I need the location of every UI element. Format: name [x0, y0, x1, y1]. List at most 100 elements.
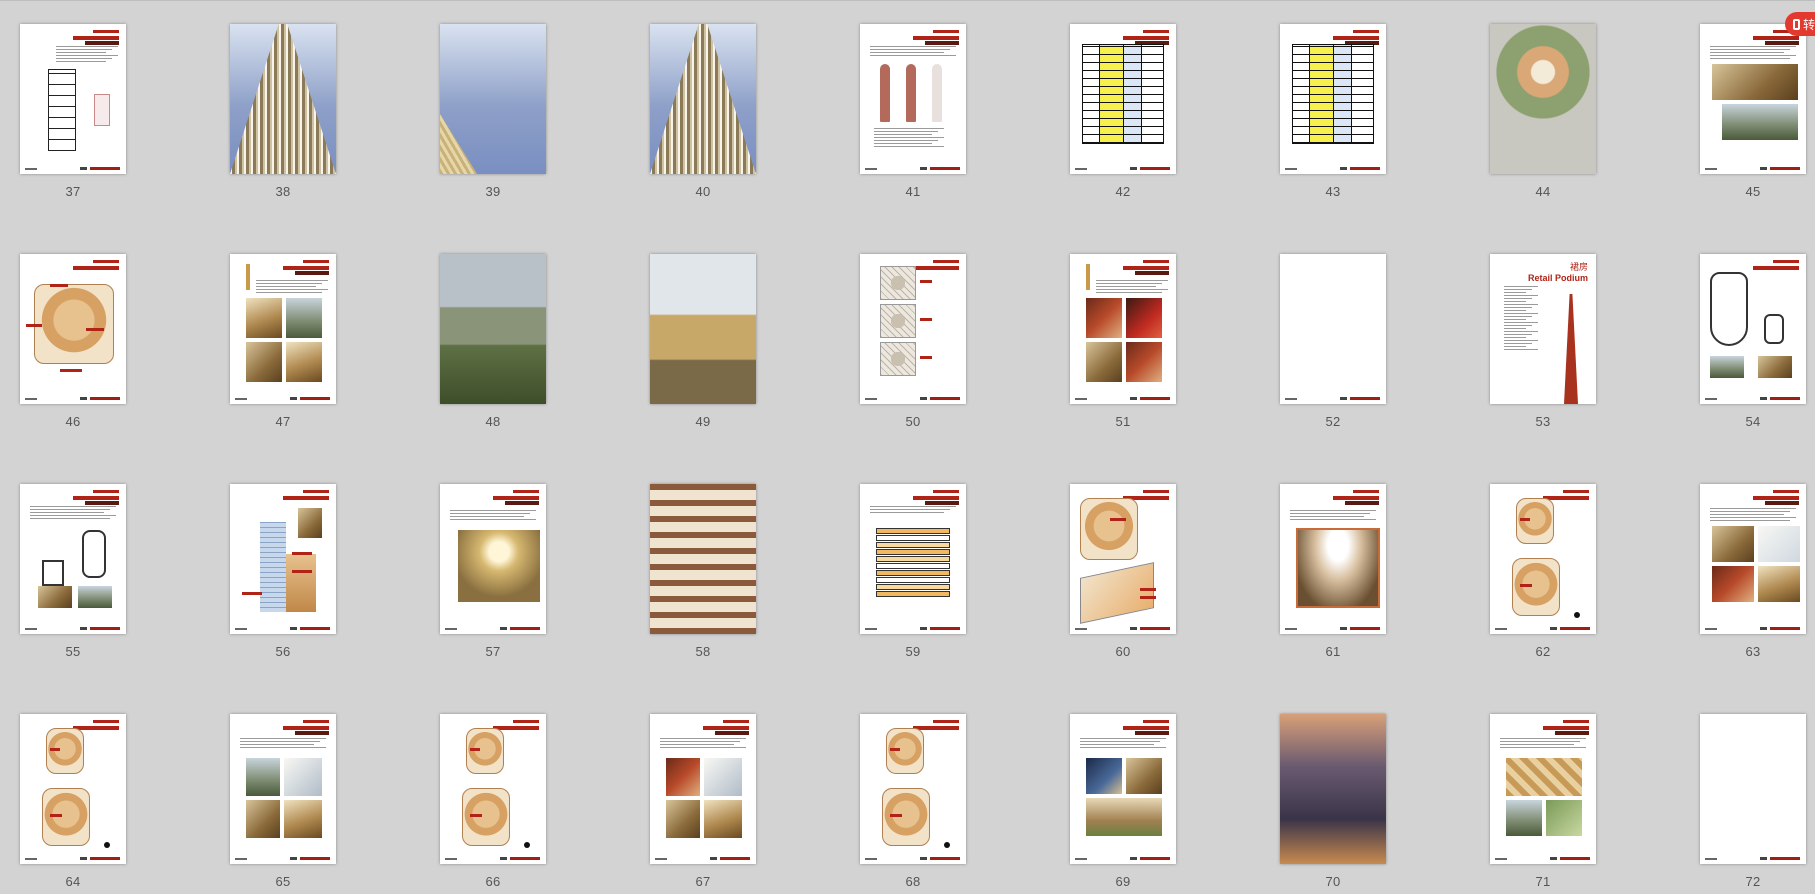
- photo: [524, 842, 530, 848]
- page-preview[interactable]: [440, 24, 546, 174]
- page-preview[interactable]: [230, 714, 336, 864]
- page-preview[interactable]: [20, 714, 126, 864]
- page-header: [1123, 260, 1169, 275]
- page-thumbnail[interactable]: 47: [230, 254, 336, 434]
- page-preview[interactable]: [1700, 24, 1806, 174]
- page-thumbnail[interactable]: 48: [440, 254, 546, 434]
- page-preview[interactable]: [20, 254, 126, 404]
- page-preview[interactable]: [1700, 714, 1806, 864]
- page-preview[interactable]: [1070, 24, 1176, 174]
- footer-mark: [1705, 628, 1717, 630]
- page-thumbnail[interactable]: 72: [1700, 714, 1806, 894]
- page-thumbnail[interactable]: 51: [1070, 254, 1176, 434]
- page-thumbnail[interactable]: 38: [230, 24, 336, 204]
- photo: [1574, 612, 1580, 618]
- page-number: 69: [1115, 874, 1131, 889]
- photo: [1712, 64, 1798, 100]
- photo: [1490, 24, 1596, 174]
- page-thumbnail[interactable]: 65: [230, 714, 336, 894]
- page-preview[interactable]: [1280, 254, 1386, 404]
- page-thumbnail[interactable]: 42: [1070, 24, 1176, 204]
- text-line: [1710, 511, 1790, 512]
- page-thumbnail[interactable]: 64: [20, 714, 126, 894]
- page-preview[interactable]: [230, 484, 336, 634]
- page-preview[interactable]: [860, 484, 966, 634]
- page-thumbnail[interactable]: 裙房 Retail Podium 53: [1490, 254, 1596, 434]
- page-thumbnail[interactable]: 58: [650, 484, 756, 664]
- page-preview[interactable]: [440, 484, 546, 634]
- page-preview[interactable]: [1700, 254, 1806, 404]
- footer-logo: [1760, 397, 1800, 400]
- text-line: [1504, 295, 1538, 296]
- page-preview[interactable]: [1070, 484, 1176, 634]
- page-number: 60: [1115, 644, 1131, 659]
- footer-mark: [865, 858, 877, 860]
- page-preview[interactable]: [860, 24, 966, 174]
- page-thumbnail[interactable]: 59: [860, 484, 966, 664]
- page-preview[interactable]: [650, 714, 756, 864]
- footer-logo: [290, 397, 330, 400]
- page-thumbnail[interactable]: 62: [1490, 484, 1596, 664]
- page-thumbnail[interactable]: 60: [1070, 484, 1176, 664]
- text-line: [56, 52, 106, 53]
- page-thumbnail[interactable]: 61: [1280, 484, 1386, 664]
- page-thumbnail[interactable]: 49: [650, 254, 756, 434]
- pdf-convert-badge[interactable]: 转: [1785, 12, 1815, 36]
- page-thumbnail[interactable]: 70: [1280, 714, 1386, 894]
- footer-mark: [25, 398, 37, 400]
- text-line: [1504, 307, 1532, 308]
- page-preview[interactable]: [440, 254, 546, 404]
- page-thumbnail[interactable]: 52: [1280, 254, 1386, 434]
- page-preview[interactable]: [1490, 714, 1596, 864]
- text-line: [1504, 304, 1538, 305]
- page-header: [1543, 720, 1589, 735]
- page-preview[interactable]: [1700, 484, 1806, 634]
- page-thumbnail[interactable]: 40: [650, 24, 756, 204]
- text-line: [56, 49, 112, 50]
- page-preview[interactable]: [1070, 714, 1176, 864]
- page-preview[interactable]: [20, 484, 126, 634]
- page-thumbnail[interactable]: 57: [440, 484, 546, 664]
- page-preview[interactable]: 裙房 Retail Podium: [1490, 254, 1596, 404]
- page-thumbnail[interactable]: 69: [1070, 714, 1176, 894]
- title-en: Retail Podium: [1527, 273, 1588, 283]
- page-preview[interactable]: [440, 714, 546, 864]
- page-thumbnail[interactable]: 68: [860, 714, 966, 894]
- page-thumbnail[interactable]: 67: [650, 714, 756, 894]
- text-line: [660, 741, 740, 742]
- page-preview[interactable]: [1070, 254, 1176, 404]
- page-preview[interactable]: [1280, 24, 1386, 174]
- text-line: [30, 518, 110, 519]
- page-thumbnail[interactable]: 44: [1490, 24, 1596, 204]
- page-preview[interactable]: [650, 254, 756, 404]
- page-preview[interactable]: [1490, 24, 1596, 174]
- page-preview[interactable]: [20, 24, 126, 174]
- page-header: [1333, 30, 1379, 45]
- page-thumbnail[interactable]: 54: [1700, 254, 1806, 434]
- page-thumbnail[interactable]: 66: [440, 714, 546, 894]
- page-thumbnail[interactable]: 45: [1700, 24, 1806, 204]
- page-thumbnail[interactable]: 50: [860, 254, 966, 434]
- page-preview[interactable]: [650, 484, 756, 634]
- page-preview[interactable]: [230, 24, 336, 174]
- page-preview[interactable]: [1280, 484, 1386, 634]
- page-preview[interactable]: [650, 24, 756, 174]
- page-header: [73, 720, 119, 730]
- text-line: [1080, 741, 1160, 742]
- text-line: [1096, 283, 1162, 284]
- photo: [94, 94, 110, 126]
- page-thumbnail[interactable]: 46: [20, 254, 126, 434]
- page-preview[interactable]: [860, 254, 966, 404]
- page-thumbnail[interactable]: 55: [20, 484, 126, 664]
- page-thumbnail[interactable]: 43: [1280, 24, 1386, 204]
- page-preview[interactable]: [860, 714, 966, 864]
- page-thumbnail[interactable]: 37: [20, 24, 126, 204]
- page-thumbnail[interactable]: 39: [440, 24, 546, 204]
- page-thumbnail[interactable]: 63: [1700, 484, 1806, 664]
- page-preview[interactable]: [1280, 714, 1386, 864]
- page-thumbnail[interactable]: 41: [860, 24, 966, 204]
- page-thumbnail[interactable]: 71: [1490, 714, 1596, 894]
- page-preview[interactable]: [1490, 484, 1596, 634]
- page-thumbnail[interactable]: 56: [230, 484, 336, 664]
- page-preview[interactable]: [230, 254, 336, 404]
